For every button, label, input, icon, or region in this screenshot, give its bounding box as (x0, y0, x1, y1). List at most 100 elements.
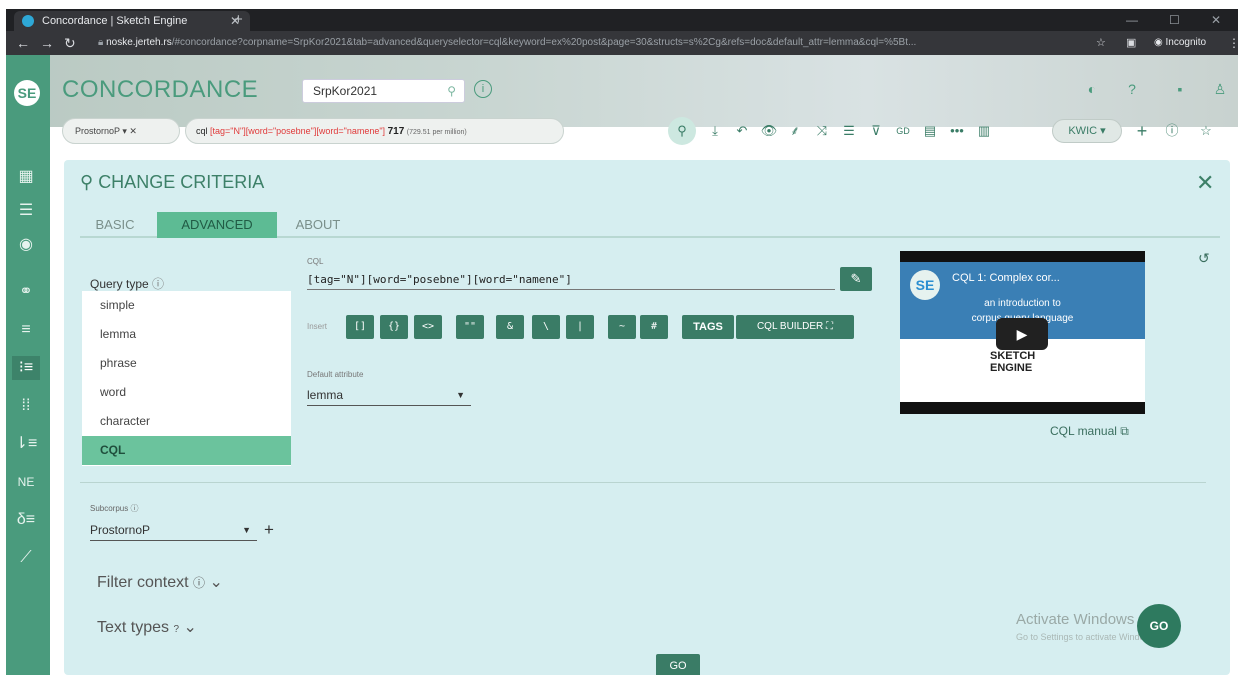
query-type-cql[interactable]: CQL (82, 436, 291, 465)
query-type-phrase[interactable]: phrase (82, 349, 291, 378)
chip-remove-icon[interactable]: ✕ (129, 126, 137, 136)
sketch-engine-logo-icon[interactable]: SE (14, 80, 40, 106)
help-icon[interactable]: ? (173, 624, 179, 635)
gdex-icon[interactable]: GD (893, 120, 913, 142)
sketch-diff-icon[interactable]: ⚭ (12, 280, 40, 304)
per-million-count: (729.51 per million) (406, 129, 467, 136)
search-icon[interactable]: ⚲ (447, 80, 456, 102)
cql-input[interactable]: [tag="N"][word="posebne"][word="namene"] (307, 272, 835, 290)
incognito-indicator[interactable]: ◉ Incognito (1154, 34, 1206, 52)
video-logo-line-1: SKETCH (990, 350, 1036, 362)
thesaurus-icon[interactable]: ≡ (12, 318, 40, 342)
query-type-lemma[interactable]: lemma (82, 320, 291, 349)
add-icon[interactable]: + (1132, 120, 1152, 142)
insert-quotes-button[interactable]: "" (456, 315, 484, 339)
frequency-icon[interactable]: ▤ (920, 120, 940, 142)
ngrams-icon[interactable]: NE (12, 470, 40, 494)
minimize-window-icon[interactable]: ― (1126, 9, 1138, 31)
message-icon[interactable]: ▪ (1170, 79, 1190, 99)
browser-tab-bar: Concordance | Sketch Engine ✕ + ― ☐ ✕ (6, 9, 1238, 31)
favorite-star-icon[interactable]: ☆ (1196, 120, 1216, 142)
cql-builder-button[interactable]: CQL BUILDER ⛶ (736, 315, 854, 339)
subcorpus-chip[interactable]: ProstornoP ▾ ✕ (62, 118, 180, 144)
query-text: [tag="N"][word="posebne"][word="namene"] (210, 126, 386, 136)
browser-menu-icon[interactable]: ⋮ (1228, 31, 1240, 55)
info-icon[interactable]: ⓘ (1162, 120, 1182, 142)
maximize-window-icon[interactable]: ☐ (1169, 9, 1180, 31)
sketch-engine-favicon-icon (22, 15, 34, 27)
add-subcorpus-icon[interactable]: + (264, 520, 274, 540)
new-tab-icon[interactable]: + (234, 9, 243, 31)
default-attribute-select[interactable]: lemma ▼ (307, 386, 471, 406)
play-icon[interactable]: ▶ (996, 318, 1048, 350)
concordance-icon[interactable]: ⁝≡ (12, 356, 40, 380)
edit-pencil-icon[interactable]: ✎ (840, 267, 872, 291)
query-type-word[interactable]: word (82, 378, 291, 407)
view-mode-select[interactable]: KWIC ▾ (1052, 119, 1122, 143)
query-chip[interactable]: cql [tag="N"][word="posebne"][word="name… (185, 118, 564, 144)
user-icon[interactable]: ♙ (1210, 79, 1230, 99)
video-title[interactable]: CQL 1: Complex cor... (952, 272, 1060, 284)
corpus-list-icon[interactable]: ☰ (12, 199, 40, 223)
insert-pipe-button[interactable]: | (566, 315, 594, 339)
chevron-down-icon: ⌄ (183, 619, 197, 636)
tags-button[interactable]: TAGS (682, 315, 734, 339)
insert-angles-button[interactable]: <> (414, 315, 442, 339)
insert-braces-button[interactable]: {} (380, 315, 408, 339)
subcorpus-select[interactable]: ProstornoP ▼ (90, 521, 257, 541)
lock-icon: 🔒︎ (98, 37, 107, 48)
insert-ampersand-button[interactable]: & (496, 315, 524, 339)
wordlist-icon[interactable]: ⇂≡ (12, 432, 40, 456)
undo-icon[interactable]: ↶ (732, 120, 752, 142)
close-panel-icon[interactable]: ✕ (1196, 170, 1214, 196)
insert-hash-button[interactable]: # (640, 315, 668, 339)
download-icon[interactable]: ⤓ (705, 120, 725, 142)
url-path: /#concordance?corpname=SrpKor2021&tab=ad… (171, 37, 917, 48)
browser-tab[interactable]: Concordance | Sketch Engine ✕ (14, 11, 250, 31)
insert-brackets-button[interactable]: [] (346, 315, 374, 339)
dashboard-icon[interactable]: ▦ (12, 165, 40, 189)
parallel-concordance-icon[interactable]: ⁞⁞ (12, 394, 40, 418)
word-sketch-icon[interactable]: ◉ (12, 233, 40, 257)
incognito-label: Incognito (1165, 37, 1207, 48)
back-arrow-icon[interactable]: ← (16, 31, 30, 55)
keywords-icon[interactable]: δ≡ (12, 508, 40, 532)
corpus-selector[interactable]: SrpKor2021 ⚲ (302, 79, 465, 103)
help-icon[interactable]: ? (1122, 79, 1142, 99)
forward-arrow-icon[interactable]: → (40, 31, 54, 55)
sample-icon[interactable]: ⸙ (785, 120, 805, 142)
more-icon[interactable]: ••• (947, 120, 967, 142)
insert-tilde-button[interactable]: ~ (608, 315, 636, 339)
corpus-info-icon[interactable]: i (474, 80, 492, 98)
tab-advanced[interactable]: ADVANCED (157, 212, 277, 238)
search-toolbar-icon[interactable]: ⚲ (668, 117, 696, 145)
trends-icon[interactable]: ⟋ (12, 546, 40, 570)
history-icon[interactable]: ↺ (1198, 250, 1210, 267)
query-type-character[interactable]: character (82, 407, 291, 436)
close-window-icon[interactable]: ✕ (1211, 9, 1221, 31)
sort-icon[interactable]: ☰ (839, 120, 859, 142)
view-icon[interactable]: 👁︎ (759, 120, 779, 142)
reload-icon[interactable]: ↻ (64, 31, 76, 55)
go-button[interactable]: GO (656, 654, 700, 675)
star-icon[interactable]: ☆ (1096, 31, 1106, 55)
tab-basic[interactable]: BASIC (80, 212, 150, 238)
chevron-down-icon: ▼ (242, 525, 251, 535)
help-circle-icon[interactable]: ⓘ (152, 277, 164, 291)
text-types-toggle[interactable]: Text types ? ⌄ (97, 617, 197, 637)
help-circle-icon[interactable]: ⓘ (193, 576, 205, 590)
query-type-simple[interactable]: simple (82, 291, 291, 320)
insert-backslash-button[interactable]: \ (532, 315, 560, 339)
panel-heading: ⚲ CHANGE CRITERIA (80, 172, 264, 193)
url-field[interactable]: 🔒︎ noske.jerteh.rs/#concordance?corpname… (98, 34, 1098, 52)
filter-icon[interactable]: ⊽ (866, 120, 886, 142)
sidebar-icon[interactable]: ▣ (1126, 31, 1136, 55)
go-fab-button[interactable]: GO (1137, 604, 1181, 648)
collocations-icon[interactable]: ▥ (974, 120, 994, 142)
shuffle-icon[interactable]: ⤨ (812, 120, 832, 142)
cql-manual-link[interactable]: CQL manual ⧉ (1050, 424, 1129, 439)
help-circle-icon[interactable]: ⓘ (130, 504, 138, 513)
tab-about[interactable]: ABOUT (287, 212, 349, 238)
feedback-icon[interactable]: ◐ (1082, 79, 1102, 99)
filter-context-toggle[interactable]: Filter context ⓘ ⌄ (97, 572, 223, 592)
